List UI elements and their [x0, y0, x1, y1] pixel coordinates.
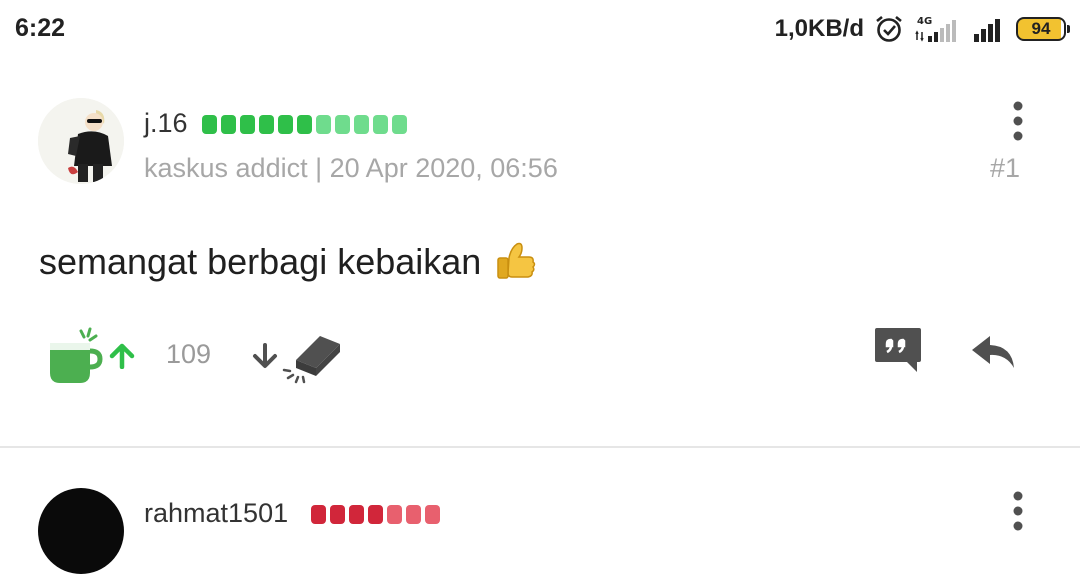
reputation-dot — [311, 505, 326, 524]
meta-separator: | — [315, 153, 323, 183]
cendol-icon[interactable] — [46, 325, 104, 385]
battery-icon: 94 — [1016, 17, 1070, 41]
reputation-dot — [406, 505, 421, 524]
username[interactable]: rahmat1501 — [144, 498, 288, 529]
quote-icon[interactable] — [873, 326, 923, 374]
username[interactable]: j.16 — [144, 108, 188, 139]
thumbs-up-icon — [497, 242, 536, 279]
network-type-label: 4G — [917, 16, 932, 27]
post-number[interactable]: #1 — [990, 153, 1020, 184]
status-time: 6:22 — [15, 14, 66, 42]
reputation-dot — [316, 115, 331, 134]
avatar-illustration — [38, 98, 124, 184]
reputation-dot — [387, 505, 402, 524]
reputation-dot — [349, 505, 364, 524]
vote-count: 109 — [166, 339, 212, 369]
user-rank: kaskus addict — [144, 153, 308, 183]
more-options-icon[interactable] — [1008, 101, 1028, 141]
downvote-icon[interactable] — [250, 343, 280, 371]
avatar[interactable] — [38, 98, 124, 184]
alarm-icon — [876, 15, 902, 42]
reputation-bar — [202, 115, 407, 134]
reputation-dot — [240, 115, 255, 134]
upvote-icon[interactable] — [107, 341, 137, 369]
post-divider — [0, 446, 1080, 448]
bata-icon[interactable] — [282, 330, 344, 386]
avatar[interactable] — [38, 488, 124, 574]
battery-level: 94 — [1031, 19, 1051, 38]
reputation-dot — [392, 115, 407, 134]
network-speed: 1,0KB/d — [774, 15, 864, 42]
signal-4g-icon: 4G — [915, 16, 956, 42]
post-meta: kaskus addict | 20 Apr 2020, 06:56 — [144, 153, 558, 184]
reputation-dot — [335, 115, 350, 134]
reputation-dot — [259, 115, 274, 134]
reputation-dot — [202, 115, 217, 134]
reputation-dot — [373, 115, 388, 134]
reputation-dot — [368, 505, 383, 524]
more-options-icon[interactable] — [1008, 491, 1028, 531]
post-timestamp: 20 Apr 2020, 06:56 — [329, 153, 558, 183]
post-text: semangat berbagi kebaikan — [39, 241, 482, 282]
reputation-dot — [425, 505, 440, 524]
reputation-bar — [311, 505, 440, 524]
reputation-dot — [354, 115, 369, 134]
reputation-dot — [278, 115, 293, 134]
reputation-dot — [221, 115, 236, 134]
signal-icon — [974, 19, 1000, 42]
post-body: semangat berbagi kebaikan — [39, 240, 537, 284]
reputation-dot — [297, 115, 312, 134]
reputation-dot — [330, 505, 345, 524]
status-icons: 1,0KB/d 4G 94 — [774, 12, 1070, 46]
reply-icon[interactable] — [970, 334, 1016, 370]
